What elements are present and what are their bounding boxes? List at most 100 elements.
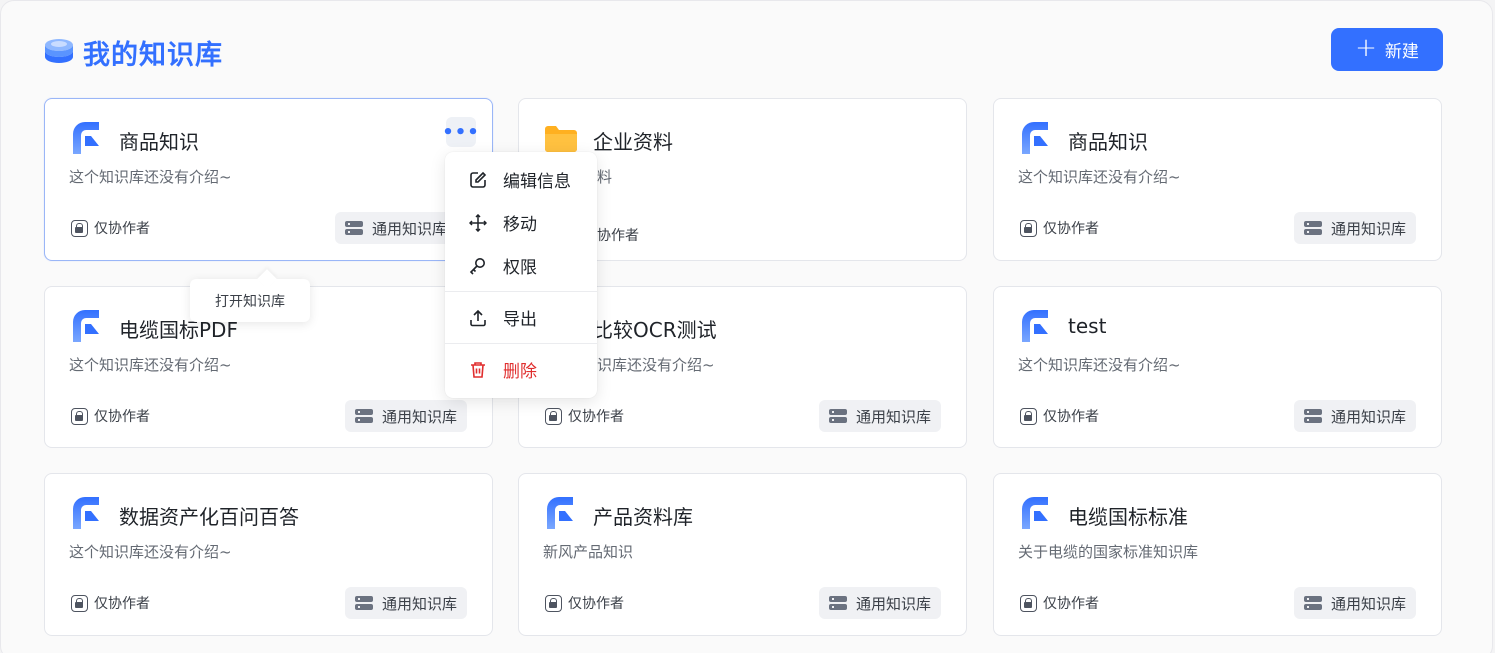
kb-name: 产品资料库 [593, 505, 693, 529]
menu-item-export[interactable]: 导出 [445, 296, 597, 339]
folder-icon [545, 126, 577, 152]
kb-card[interactable]: 电缆国标标准 关于电缆的国家标准知识库 仅协作者 通用知识库 [993, 473, 1442, 636]
kb-description: 这个知识库还没有介绍~ [69, 543, 232, 561]
kb-type-tag: 通用知识库 [818, 587, 941, 619]
kb-name: 企业资料 [593, 130, 673, 154]
kb-card[interactable]: test 这个知识库还没有介绍~ 仅协作者 通用知识库 [993, 286, 1442, 448]
menu-divider [445, 291, 597, 292]
lock-icon [545, 594, 562, 612]
kb-card[interactable]: 数据资产化百问百答 这个知识库还没有介绍~ 仅协作者 通用知识库 [44, 473, 493, 636]
tooltip-text: 打开知识库 [215, 293, 285, 310]
kb-type-label: 通用知识库 [372, 219, 448, 238]
kb-description: 料 [597, 168, 613, 186]
kb-name: 商品知识 [1068, 130, 1148, 154]
kb-type-tag: 通用知识库 [344, 587, 467, 619]
server-icon [345, 221, 363, 235]
menu-item-move[interactable]: 移动 [445, 201, 597, 244]
kb-logo-icon [73, 497, 99, 529]
plus-icon: + [1355, 33, 1377, 63]
kb-card[interactable]: 商品知识 这个知识库还没有介绍~ 仅协作者 通用知识库 [993, 98, 1442, 261]
lock-icon [71, 407, 88, 425]
kb-permission: 仅协作者 [1020, 218, 1099, 238]
kb-permission-label: 协作者 [597, 228, 639, 244]
kb-type-label: 通用知识库 [855, 407, 931, 426]
kb-type-tag: 通用知识库 [335, 212, 458, 244]
menu-item-label: 导出 [503, 310, 537, 330]
kb-logo-icon [1022, 310, 1048, 342]
kb-type-label: 通用知识库 [381, 594, 457, 613]
kb-logo-icon [547, 497, 573, 529]
kb-permission: 仅协作者 [71, 406, 150, 426]
kb-permission-label: 仅协作者 [94, 409, 150, 425]
menu-item-label: 删除 [503, 362, 537, 382]
kb-permission: 仅协作者 [1020, 406, 1099, 426]
kb-name: 数据资产化百问百答 [119, 505, 299, 529]
kb-name: 比较OCR测试 [593, 318, 717, 342]
kb-description: 新风产品知识 [543, 543, 634, 561]
kb-name: 商品知识 [119, 130, 199, 154]
server-icon [1303, 409, 1322, 423]
server-icon [828, 409, 847, 423]
kb-permission-label: 仅协作者 [1043, 409, 1099, 425]
kb-permission: 仅协作者 [545, 593, 624, 613]
kb-type-tag: 通用知识库 [1293, 212, 1416, 244]
kb-card[interactable]: 商品知识 这个知识库还没有介绍~ 仅协作者 通用知识库 ••• [44, 98, 493, 261]
kb-logo-icon [1022, 497, 1048, 529]
lock-icon [1020, 594, 1037, 612]
lock-icon [545, 407, 562, 425]
kb-type-tag: 通用知识库 [818, 400, 941, 432]
kb-permission: 仅协作者 [71, 593, 150, 613]
menu-item-label: 移动 [503, 215, 537, 235]
lock-icon [1020, 219, 1037, 237]
menu-item-permission[interactable]: 权限 [445, 244, 597, 287]
menu-item-label: 编辑信息 [503, 172, 571, 192]
kb-card[interactable]: 产品资料库 新风产品知识 仅协作者 通用知识库 [518, 473, 967, 636]
kb-permission-label: 仅协作者 [568, 409, 624, 425]
kb-type-label: 通用知识库 [1330, 219, 1406, 238]
menu-item-edit[interactable]: 编辑信息 [445, 158, 597, 201]
kb-description: 这个知识库还没有介绍~ [69, 168, 232, 186]
kb-type-tag: 通用知识库 [1293, 400, 1416, 432]
kb-permission: 仅协作者 [71, 218, 150, 238]
lock-icon [1020, 407, 1037, 425]
open-kb-tooltip: 打开知识库 [190, 279, 310, 322]
kb-description: 关于电缆的国家标准知识库 [1018, 543, 1199, 561]
kb-permission-label: 仅协作者 [568, 596, 624, 612]
kb-type-tag: 通用知识库 [1293, 587, 1416, 619]
kb-description: 这个知识库还没有介绍~ [1018, 168, 1181, 186]
kb-type-tag: 通用知识库 [344, 400, 467, 432]
kb-type-label: 通用知识库 [1330, 407, 1406, 426]
kb-permission-label: 仅协作者 [94, 221, 150, 237]
new-knowledge-base-button[interactable]: + 新建 [1331, 28, 1443, 71]
new-button-label: 新建 [1384, 42, 1419, 62]
menu-divider [445, 343, 597, 344]
menu-item-label: 权限 [503, 258, 537, 278]
kb-permission-label: 仅协作者 [1043, 221, 1099, 237]
kb-logo-icon [73, 310, 99, 342]
kb-description: 识库还没有介绍~ [597, 356, 715, 374]
kb-type-label: 通用知识库 [855, 594, 931, 613]
server-icon [354, 409, 373, 423]
server-icon [828, 596, 847, 610]
kb-permission-label: 仅协作者 [1043, 596, 1099, 612]
more-options-button[interactable]: ••• [442, 117, 479, 147]
kb-type-label: 通用知识库 [1330, 594, 1406, 613]
kb-logo-icon [73, 122, 99, 154]
move-icon [469, 213, 487, 232]
kb-description: 这个知识库还没有介绍~ [69, 356, 232, 374]
server-icon [1303, 596, 1322, 610]
lock-icon [71, 219, 88, 237]
kb-logo-icon [1022, 122, 1048, 154]
kb-permission-label: 仅协作者 [94, 596, 150, 612]
kb-name: test [1068, 314, 1107, 338]
kb-permission: 仅协作者 [545, 406, 624, 426]
key-icon [469, 257, 485, 275]
edit-icon [470, 171, 487, 188]
database-icon [45, 39, 73, 63]
server-icon [1303, 221, 1322, 235]
trash-icon [471, 361, 485, 378]
kb-permission: 协作者 [597, 225, 639, 245]
kb-type-label: 通用知识库 [381, 407, 457, 426]
lock-icon [71, 594, 88, 612]
menu-item-delete[interactable]: 删除 [445, 348, 597, 391]
